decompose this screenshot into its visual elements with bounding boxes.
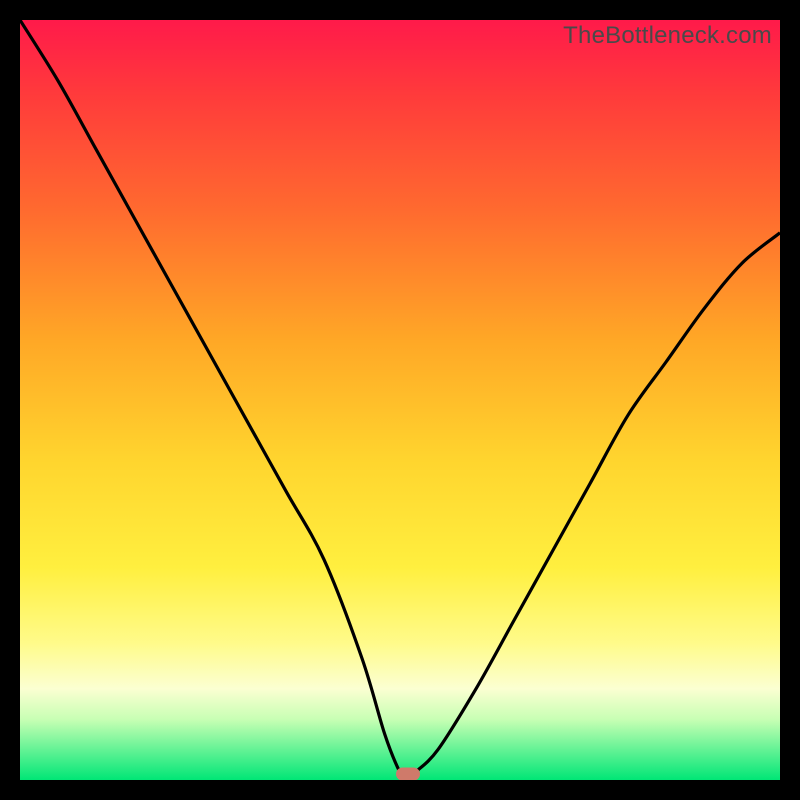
plot-area: TheBottleneck.com (20, 20, 780, 780)
chart-frame: TheBottleneck.com (0, 0, 800, 800)
curve-path (20, 20, 780, 780)
watermark-text: TheBottleneck.com (563, 22, 772, 50)
optimal-marker (396, 768, 420, 781)
bottleneck-curve (20, 20, 780, 780)
